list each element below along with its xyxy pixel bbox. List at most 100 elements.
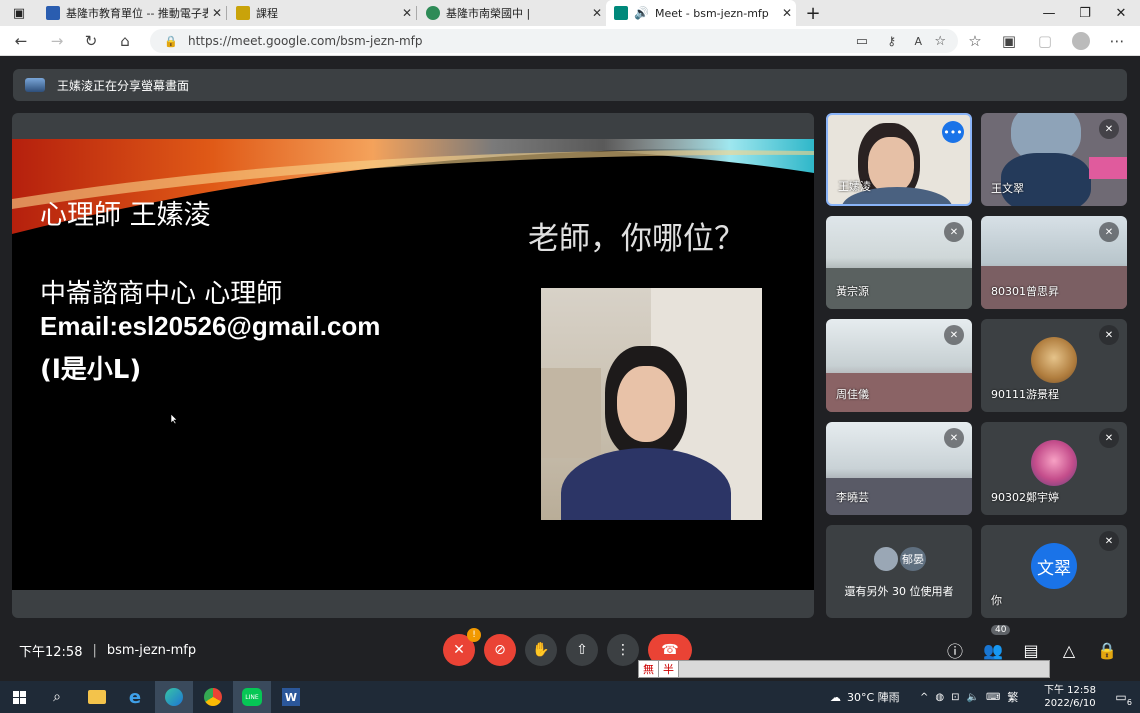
slide-line-3: (l是小L): [40, 355, 142, 385]
participant-tile[interactable]: ✕ 80301曾思昇: [981, 216, 1127, 309]
participant-tile[interactable]: ✕ 黃宗源: [826, 216, 972, 309]
more-participants-tile[interactable]: 郁晏 還有另外 30 位使用者: [826, 525, 972, 618]
keyboard-icon[interactable]: ⌨: [986, 692, 1000, 703]
volume-icon[interactable]: 🔈: [967, 692, 979, 703]
notification-center-icon[interactable]: ▭ 6: [1102, 681, 1140, 713]
participant-tile[interactable]: ✕ 90302鄭宇婷: [981, 422, 1127, 515]
browser-tab-bar: ▣ 基隆市教育單位 -- 推動電子表單 ✕ 課程 ✕ 基隆市南榮國中 | ✕ 🔊…: [0, 0, 1140, 26]
participant-avatar: [1031, 440, 1077, 486]
windows-start-icon[interactable]: [0, 681, 38, 713]
weather-widget[interactable]: ☁ 30°C 陣雨: [830, 681, 900, 713]
network-icon[interactable]: ◍: [935, 692, 944, 703]
profile-avatar[interactable]: [1070, 30, 1092, 52]
back-icon[interactable]: ←: [10, 30, 32, 52]
address-bar-row: ← → ↻ ⌂ 🔒 https://meet.google.com/bsm-je…: [0, 26, 1140, 56]
host-controls-icon[interactable]: 🔒: [1095, 638, 1119, 662]
mic-off-icon: ✕: [453, 642, 465, 658]
participant-tile[interactable]: ✕ 李曉芸: [826, 422, 972, 515]
camera-off-button[interactable]: ⊘: [484, 634, 516, 666]
chat-icon[interactable]: ▤: [1019, 638, 1043, 662]
more-options-button[interactable]: ⋮: [607, 634, 639, 666]
tab-actions-icon[interactable]: ▣: [2, 0, 36, 26]
presenting-banner: 王嫊淩正在分享螢幕畫面: [13, 69, 1127, 101]
participant-count-badge: 40: [991, 625, 1011, 635]
ime-language[interactable]: 繁: [1007, 689, 1018, 705]
close-tab-icon[interactable]: ✕: [588, 6, 606, 20]
form-favicon-icon: [46, 6, 60, 20]
participant-avatar-label: 郁晏: [898, 545, 928, 573]
meet-stage: 王嫊淩正在分享螢幕畫面 心理師 王嫊淩 老師，你哪位？ 中崙諮商中心 心理師 E…: [0, 56, 1140, 681]
search-icon[interactable]: ⌕: [38, 681, 76, 713]
ime-mode[interactable]: 無: [639, 661, 659, 677]
meeting-code: bsm-jezn-mfp: [106, 643, 197, 658]
forward-icon[interactable]: →: [46, 30, 68, 52]
school-favicon-icon: [426, 6, 440, 20]
participant-name: 90302鄭宇婷: [991, 491, 1059, 504]
participant-tile[interactable]: ✕ 90111游景程: [981, 319, 1127, 412]
self-tile[interactable]: 文翠 ✕ 你: [981, 525, 1127, 618]
internet-explorer-icon[interactable]: e: [116, 681, 154, 713]
more-vert-icon: ⋮: [616, 642, 630, 658]
home-icon[interactable]: ⌂: [114, 30, 136, 52]
browser-tab-2[interactable]: 課程 ✕: [228, 0, 416, 26]
participant-tile[interactable]: ✕ 王文翠: [981, 113, 1127, 206]
participant-name: 李曉芸: [836, 491, 869, 504]
meet-tray-icon[interactable]: ⊡: [951, 692, 959, 703]
raise-hand-button[interactable]: ✋: [525, 634, 557, 666]
participant-name: 周佳儀: [836, 388, 869, 401]
meeting-info-icon[interactable]: ⓘ: [943, 638, 967, 662]
self-avatar: 文翠: [1031, 543, 1077, 589]
participant-name: 90111游景程: [991, 388, 1059, 401]
presentation-area: 心理師 王嫊淩 老師，你哪位？ 中崙諮商中心 心理師 Email:esl2052…: [12, 113, 814, 618]
hand-icon: ✋: [532, 642, 550, 658]
close-tab-icon[interactable]: ✕: [778, 6, 796, 20]
url-field[interactable]: 🔒 https://meet.google.com/bsm-jezn-mfp ▭…: [150, 29, 958, 53]
add-favorite-icon[interactable]: ☆: [934, 34, 946, 49]
present-now-button[interactable]: ⇧: [566, 634, 598, 666]
more-options-icon[interactable]: •••: [942, 121, 964, 143]
participant-name: 王嫊淩: [838, 180, 871, 193]
extension-icon[interactable]: ▢: [1034, 30, 1056, 52]
close-window-icon[interactable]: ✕: [1104, 0, 1138, 26]
line-app-icon[interactable]: LINE: [233, 681, 271, 713]
participant-name: 王文翠: [991, 182, 1024, 195]
muted-mic-icon: ✕: [1099, 428, 1119, 448]
close-tab-icon[interactable]: ✕: [208, 6, 226, 20]
slide-line-1: 中崙諮商中心 心理師: [40, 279, 283, 309]
participant-tile-presenter[interactable]: ••• 王嫊淩: [826, 113, 972, 206]
microphone-off-button[interactable]: ✕ !: [443, 628, 481, 666]
participant-avatar: [872, 545, 900, 573]
slide-question: 老師，你哪位？: [528, 221, 745, 257]
present-icon: ⇧: [576, 642, 588, 658]
participant-tile[interactable]: ✕ 周佳儀: [826, 319, 972, 412]
muted-mic-icon: ✕: [1099, 222, 1119, 242]
edge-icon[interactable]: [155, 681, 193, 713]
restore-icon[interactable]: ❐: [1068, 0, 1102, 26]
file-explorer-icon[interactable]: [78, 681, 116, 713]
chrome-icon[interactable]: [194, 681, 232, 713]
key-icon[interactable]: ⚷: [887, 34, 896, 48]
camera-icon[interactable]: ▭: [856, 34, 868, 49]
new-tab-icon[interactable]: +: [796, 0, 830, 26]
activities-icon[interactable]: △: [1057, 638, 1081, 662]
system-clock[interactable]: 下午 12:58 2022/6/10: [1044, 684, 1096, 710]
system-tray: ^ ◍ ⊡ 🔈 ⌨ 繁: [920, 681, 1018, 713]
browser-tab-meet[interactable]: 🔊 Meet - bsm-jezn-mfp ✕: [606, 0, 796, 26]
reload-icon[interactable]: ↻: [80, 30, 102, 52]
word-icon[interactable]: W: [272, 681, 310, 713]
warning-icon: !: [467, 628, 481, 642]
browser-tab-1[interactable]: 基隆市教育單位 -- 推動電子表單 ✕: [38, 0, 226, 26]
ime-width[interactable]: 半: [659, 661, 679, 677]
close-tab-icon[interactable]: ✕: [398, 6, 416, 20]
browser-tab-3[interactable]: 基隆市南榮國中 | ✕: [418, 0, 606, 26]
collections-icon[interactable]: ▣: [998, 30, 1020, 52]
people-button[interactable]: 👥 40: [981, 625, 1011, 662]
read-aloud-icon[interactable]: A: [914, 35, 922, 48]
show-hidden-icons[interactable]: ^: [920, 692, 928, 703]
hang-up-icon: ☎: [661, 642, 679, 658]
meet-favicon-icon: [614, 6, 628, 20]
settings-more-icon[interactable]: ⋯: [1106, 30, 1128, 52]
favorites-icon[interactable]: ☆: [964, 30, 986, 52]
speaker-icon[interactable]: 🔊: [634, 6, 649, 20]
minimize-icon[interactable]: —: [1032, 0, 1066, 26]
